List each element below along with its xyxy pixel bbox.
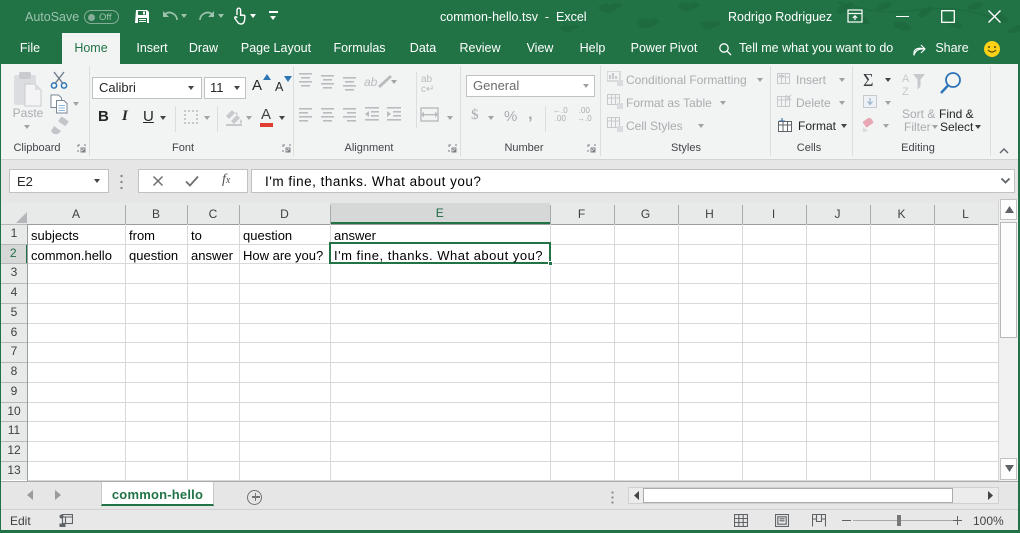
svg-text:c↵: c↵ bbox=[421, 84, 434, 95]
svg-text:A: A bbox=[902, 73, 910, 85]
svg-text:ab: ab bbox=[364, 75, 378, 89]
svg-text:Z: Z bbox=[902, 86, 909, 96]
